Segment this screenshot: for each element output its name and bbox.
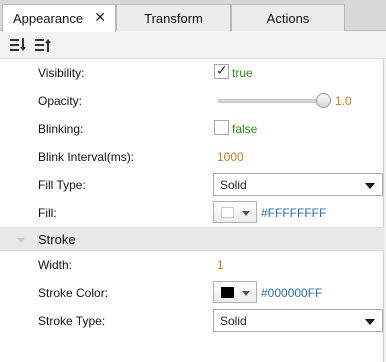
sort-descending-icon[interactable]	[10, 38, 26, 52]
fill-row: Fill: #FFFFFFFF	[0, 199, 384, 227]
stroke-type-row: Stroke Type: Solid	[0, 307, 384, 335]
visibility-row: Visibility: ✓ true	[0, 59, 384, 87]
visibility-checkbox[interactable]: ✓	[214, 62, 229, 79]
stroke-color-picker[interactable]	[213, 281, 257, 303]
blinking-row: Blinking: false	[0, 115, 384, 143]
checkmark-icon: ✓	[216, 62, 228, 78]
opacity-value: 1.0	[335, 94, 352, 108]
fill-type-select[interactable]: Solid	[213, 173, 383, 196]
width-label: Width:	[38, 258, 73, 272]
close-icon[interactable]: ✕	[94, 9, 106, 26]
tab-bar: Appearance ✕ Transform Actions	[0, 0, 386, 32]
tab-actions-label: Actions	[266, 10, 310, 26]
fill-type-label: Fill Type:	[38, 178, 86, 192]
visibility-label: Visibility:	[38, 66, 85, 80]
width-row: Width: 1	[0, 251, 384, 279]
sort-ascending-icon[interactable]	[35, 38, 51, 52]
fill-type-selected: Solid	[220, 178, 247, 192]
blinking-value: false	[232, 122, 258, 136]
stroke-type-select[interactable]: Solid	[213, 309, 383, 332]
collapse-triangle-icon[interactable]	[17, 238, 25, 243]
fill-color-picker[interactable]	[213, 201, 257, 223]
stroke-color-row: Stroke Color: #000000FF	[0, 279, 384, 307]
stroke-type-selected: Solid	[220, 314, 247, 328]
caret-down-icon	[242, 291, 250, 296]
blink-interval-row: Blink Interval(ms): 1000	[0, 143, 384, 171]
visibility-value: true	[232, 66, 253, 80]
blinking-checkbox[interactable]	[214, 120, 229, 135]
tab-appearance-label: Appearance	[12, 11, 84, 26]
stroke-color-label: Stroke Color:	[38, 286, 109, 300]
width-value[interactable]: 1	[217, 258, 224, 272]
tab-transform[interactable]: Transform	[116, 4, 231, 31]
stroke-section-header[interactable]: Stroke	[0, 227, 384, 251]
fill-type-row: Fill Type: Solid	[0, 171, 384, 199]
caret-down-icon	[242, 211, 250, 216]
blink-interval-label: Blink Interval(ms):	[38, 150, 135, 164]
opacity-slider-thumb[interactable]	[316, 93, 331, 108]
tab-actions[interactable]: Actions	[231, 4, 345, 31]
opacity-label: Opacity:	[38, 94, 83, 108]
chevron-down-icon	[365, 319, 375, 325]
fill-label: Fill:	[38, 206, 57, 220]
fill-color-swatch	[221, 207, 234, 218]
blink-interval-value[interactable]: 1000	[217, 150, 244, 164]
opacity-row: Opacity: 1.0	[0, 87, 384, 115]
stroke-color-swatch	[221, 287, 234, 298]
property-toolbar	[0, 31, 386, 59]
stroke-color-value: #000000FF	[261, 286, 323, 300]
stroke-section-title: Stroke	[38, 232, 76, 247]
property-panel: Visibility: ✓ true Opacity: 1.0 Blinking…	[0, 59, 384, 362]
blinking-label: Blinking:	[38, 122, 84, 136]
stroke-type-label: Stroke Type:	[38, 314, 106, 328]
tab-transform-label: Transform	[144, 10, 203, 26]
tab-appearance[interactable]: Appearance ✕	[2, 4, 116, 32]
chevron-down-icon	[365, 183, 375, 189]
fill-color-value: #FFFFFFFF	[261, 206, 327, 220]
opacity-slider-track[interactable]	[218, 99, 326, 103]
